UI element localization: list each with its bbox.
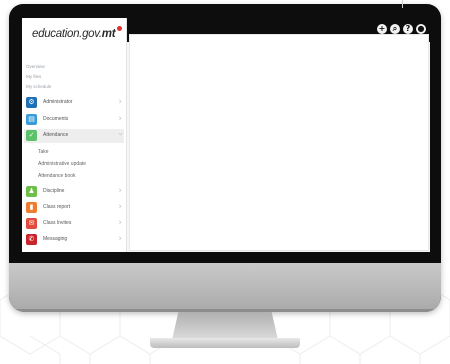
submenu-attendance-book[interactable]: Attendance book	[38, 173, 76, 179]
sidebar-item-messaging[interactable]: ✆ Messaging ›	[24, 233, 124, 247]
monitor-stand-neck	[172, 312, 278, 340]
sidebar-item-class-invites[interactable]: ✉ Class Invites ›	[24, 217, 124, 231]
main-content-panel	[129, 34, 429, 251]
nav-overview[interactable]: Overview	[26, 64, 45, 69]
top-bar-icons: + ⌕ ? ●	[377, 24, 426, 34]
bookmark-icon: ▮	[26, 202, 37, 213]
monitor-chin	[9, 263, 441, 312]
chevron-right-icon: ›	[118, 114, 122, 124]
app-screen: + ⌕ ? ● education.gov.mt Overview My fil…	[22, 18, 430, 252]
sidebar-item-label: Class Invites	[43, 220, 72, 226]
logo-dot	[117, 26, 123, 31]
chevron-right-icon: ›	[118, 234, 122, 244]
chevron-right-icon: ›	[118, 218, 122, 228]
sidebar-item-label: Discipline	[43, 188, 65, 194]
nav-my-schedule[interactable]: My schedule	[26, 84, 51, 89]
sidebar-item-discipline[interactable]: ♟ Discipline ›	[24, 185, 124, 199]
help-icon[interactable]: ?	[403, 24, 413, 34]
search-icon[interactable]: ⌕	[390, 24, 400, 34]
sidebar-item-attendance[interactable]: ✓ Attendance ›	[24, 129, 126, 143]
sidebar-item-label: Attendance	[43, 132, 69, 138]
sidebar-item-label: Administrator	[43, 99, 73, 105]
nav-my-files[interactable]: My files	[26, 74, 41, 79]
gear-icon: ⚙	[26, 97, 37, 108]
user-icon[interactable]: ●	[416, 24, 426, 34]
monitor-frame: + ⌕ ? ● education.gov.mt Overview My fil…	[9, 4, 441, 312]
invite-icon: ✉	[26, 218, 37, 229]
brand-logo[interactable]: education.gov.mt	[32, 26, 123, 40]
chevron-down-icon: ›	[115, 132, 126, 136]
logo-suffix: mt	[101, 28, 116, 40]
sidebar-item-class-report[interactable]: ▮ Class report ›	[24, 201, 124, 215]
check-icon: ✓	[26, 130, 37, 141]
sidebar-item-label: Messaging	[43, 236, 68, 242]
chevron-right-icon: ›	[118, 97, 122, 107]
monitor-edge	[9, 309, 441, 312]
submenu-take[interactable]: Take	[38, 149, 49, 155]
logo-text: education.gov.	[32, 28, 102, 40]
sidebar-item-label: Class report	[43, 204, 70, 210]
sidebar-item-administrator[interactable]: ⚙ Administrator ›	[24, 96, 124, 110]
chevron-right-icon: ›	[118, 202, 122, 212]
add-icon[interactable]: +	[377, 24, 387, 34]
person-icon: ♟	[26, 186, 37, 197]
sidebar-item-documents[interactable]: ▤ Documents ›	[24, 113, 124, 127]
monitor-stand-foot	[150, 338, 300, 348]
callout-line	[402, 0, 403, 8]
document-icon: ▤	[26, 114, 37, 125]
message-icon: ✆	[26, 234, 37, 245]
chevron-right-icon: ›	[118, 186, 122, 196]
submenu-administrative-update[interactable]: Administrative update	[38, 161, 86, 167]
sidebar-item-label: Documents	[43, 116, 69, 122]
sidebar: education.gov.mt Overview My files My sc…	[22, 18, 127, 252]
